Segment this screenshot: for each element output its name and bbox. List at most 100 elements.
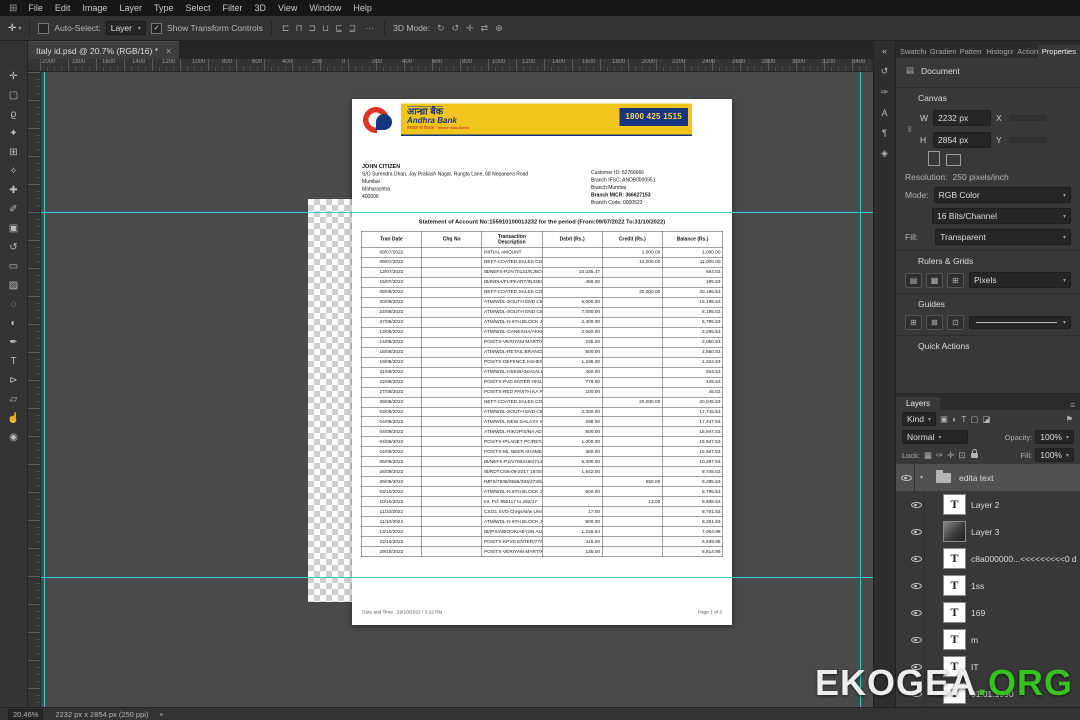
filter-adjustment-layers-icon[interactable]: ◐ (951, 414, 958, 425)
3d-drag-icon[interactable]: ✛ (464, 23, 476, 34)
filter-smart-objects-icon[interactable]: ◪ (981, 414, 991, 425)
tab-layers[interactable]: Layers (896, 397, 941, 410)
clear-guides-icon[interactable]: ⊠ (926, 315, 943, 330)
3d-roll-icon[interactable]: ↺ (450, 23, 462, 34)
collapse-panels-icon[interactable]: « (882, 46, 887, 56)
show-transform-checkbox[interactable]: ✓ (151, 22, 162, 34)
shape-tool[interactable]: ▱ (0, 390, 27, 409)
portrait-orientation-icon[interactable] (928, 151, 940, 166)
guide-horizontal-top[interactable] (41, 212, 873, 213)
align-left-edges-icon[interactable]: ⊏ (280, 23, 292, 34)
brush-settings-panel-icon[interactable]: ✑ (881, 87, 889, 98)
document-tab[interactable]: Italy id.psd @ 20.7% (RGB/16) * × (28, 41, 180, 59)
layer-row[interactable]: ▾ edita text (896, 464, 1080, 491)
menu-item[interactable]: Window (303, 3, 347, 13)
layer-row[interactable]: ▾ 169 (896, 599, 1080, 626)
guide-vertical-left[interactable] (44, 72, 45, 707)
menu-item[interactable]: View (272, 3, 303, 13)
active-tool-icon[interactable]: ✛ ▾ (8, 23, 21, 34)
character-panel-icon[interactable]: A (881, 108, 887, 118)
pen-tool[interactable]: ✒ (0, 333, 27, 352)
align-right-edges-icon[interactable]: ⊐ (306, 23, 318, 34)
hand-tool[interactable]: ☝ (0, 409, 27, 428)
move-tool[interactable]: ✛ (0, 67, 27, 86)
visibility-toggle[interactable] (908, 599, 925, 626)
lasso-tool[interactable]: ϱ (0, 105, 27, 124)
healing-brush-tool[interactable]: ✚ (0, 181, 27, 200)
lock-image-pixels-icon[interactable]: ✑ (935, 450, 944, 461)
menu-item[interactable]: Type (148, 3, 180, 13)
lock-all-icon[interactable] (971, 448, 979, 458)
panel-menu-icon[interactable]: ≡ (1065, 400, 1080, 410)
menu-item[interactable]: Filter (216, 3, 248, 13)
filter-shape-layers-icon[interactable]: ▢ (969, 414, 979, 425)
snap-icon[interactable]: ⊞ (947, 272, 964, 288)
zoom-level-field[interactable]: 20.46% (8, 708, 44, 720)
layer-row[interactable]: ▾ Layer 3 (896, 518, 1080, 545)
3d-rotate-icon[interactable]: ↻ (435, 23, 447, 34)
lock-transparent-pixels-icon[interactable]: ▦ (923, 450, 933, 461)
horizontal-ruler[interactable]: 2000 1800 1600 1400 1200 1000 800 600 400 200 0 200… (28, 59, 873, 72)
color-mode-dropdown[interactable]: RGB Color ▾ (933, 187, 1071, 203)
more-options-icon[interactable]: ⋯ (363, 23, 376, 34)
clone-stamp-tool[interactable]: ▣ (0, 219, 27, 238)
3d-scale-icon[interactable]: ⊕ (493, 23, 505, 34)
grid-icon[interactable]: ▦ (926, 272, 943, 288)
ruler-icon[interactable]: ▤ (905, 272, 922, 288)
menu-item[interactable]: File (22, 3, 49, 13)
quick-actions-section-header[interactable]: ▾ Quick Actions (905, 341, 1071, 351)
crop-tool[interactable]: ⊞ (0, 143, 27, 162)
align-vertical-centers-icon[interactable]: ⊑ (333, 23, 345, 34)
3d-slide-icon[interactable]: ⇄ (479, 23, 491, 34)
lock-position-icon[interactable]: ✛ (946, 450, 955, 461)
history-brush-tool[interactable]: ↺ (0, 238, 27, 257)
eyedropper-tool[interactable]: ✧ (0, 162, 27, 181)
auto-select-dropdown[interactable]: Layer ▾ (105, 21, 146, 35)
layer-row[interactable]: ▾ Layer 2 (896, 491, 1080, 518)
vertical-ruler[interactable] (28, 72, 41, 707)
layer-filter-kind-dropdown[interactable]: Kind ▾ (902, 412, 937, 426)
zoom-tool[interactable]: ◉ (0, 428, 27, 447)
visibility-toggle[interactable] (898, 464, 915, 491)
filter-pixel-layers-icon[interactable]: ▣ (939, 414, 949, 425)
lock-artboard-icon[interactable]: ⊡ (957, 450, 966, 461)
filter-toggle-icon[interactable]: ⚑ (1064, 414, 1074, 425)
path-selection-tool[interactable]: ⊳ (0, 371, 27, 390)
guides-section-header[interactable]: ▾ Guides (905, 299, 1071, 309)
filter-type-layers-icon[interactable]: T (960, 414, 967, 425)
panel-tab[interactable]: Patterns (956, 45, 983, 58)
panel-tab[interactable]: Actions (1013, 45, 1038, 58)
blend-mode-dropdown[interactable]: Normal ▾ (902, 430, 968, 444)
expand-group-icon[interactable]: ▾ (920, 474, 928, 481)
paragraph-panel-icon[interactable]: ¶ (882, 128, 887, 138)
canvas[interactable]: आन्ध्रा बैंक Andhra Bank सम्पन्नता का वि… (41, 72, 873, 707)
close-icon[interactable]: × (166, 46, 171, 56)
menu-item[interactable]: Image (76, 3, 113, 13)
landscape-orientation-icon[interactable] (946, 154, 961, 166)
quick-selection-tool[interactable]: ✦ (0, 124, 27, 143)
history-panel-icon[interactable]: ↺ (881, 66, 889, 77)
layer-row[interactable]: ▾ 1ss (896, 572, 1080, 599)
canvas-fill-dropdown[interactable]: Transparent ▾ (935, 229, 1071, 245)
layer-row[interactable]: ▾ c8a000000...<<<<<<<<<0 d (896, 545, 1080, 572)
opacity-dropdown[interactable]: 100% ▾ (1035, 430, 1074, 444)
rulers-grids-section-header[interactable]: ▾ Rulers & Grids (905, 256, 1071, 266)
lock-guides-icon[interactable]: ⊡ (947, 315, 964, 330)
align-top-edges-icon[interactable]: ⊔ (320, 23, 331, 34)
dodge-tool[interactable]: ◐ (0, 314, 27, 333)
panel-tab[interactable]: Gradients (926, 45, 956, 58)
width-field[interactable]: 2232 px (933, 110, 991, 126)
visibility-toggle[interactable] (908, 626, 925, 653)
panel-tab[interactable]: Histogram (982, 45, 1013, 58)
auto-select-checkbox[interactable] (38, 22, 50, 34)
guide-vertical-right[interactable] (860, 72, 861, 707)
panel-tab[interactable]: Swatches (896, 45, 926, 58)
visibility-toggle[interactable] (908, 545, 925, 572)
status-options-icon[interactable]: ▸ (160, 711, 163, 718)
guide-horizontal-bottom[interactable] (41, 577, 873, 578)
guide-style-dropdown[interactable]: ▾ (969, 316, 1071, 329)
menu-item[interactable]: 3D (248, 3, 272, 13)
blur-tool[interactable]: ◌ (0, 295, 27, 314)
menu-item[interactable]: Layer (113, 3, 148, 13)
align-bottom-edges-icon[interactable]: ⊒ (347, 23, 359, 34)
